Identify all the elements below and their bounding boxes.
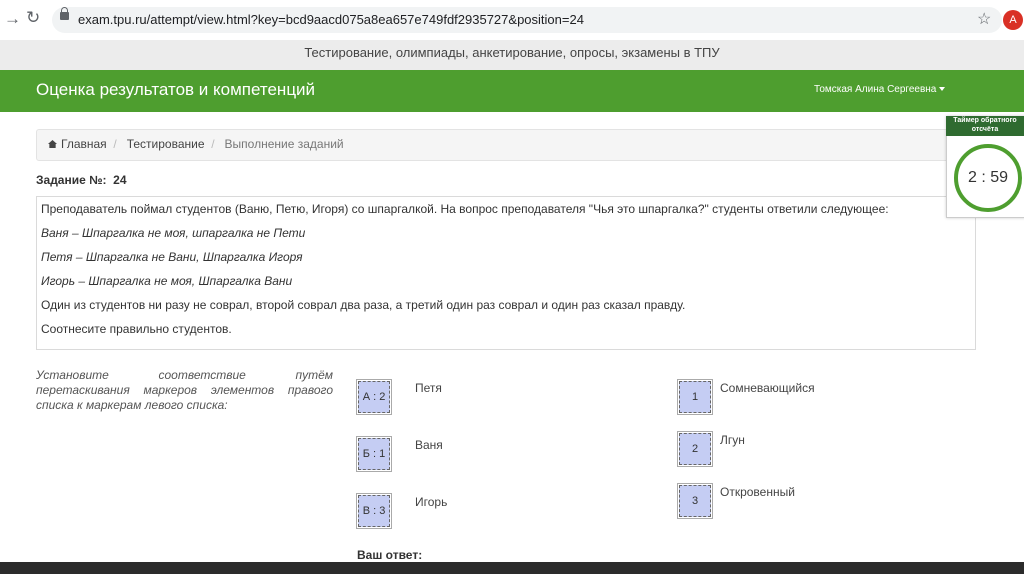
breadcrumb-separator: / [110, 137, 124, 151]
answer-label: Ваш ответ: [357, 548, 423, 562]
left-marker-b[interactable]: Б : 1 [356, 436, 392, 472]
brand-title[interactable]: Оценка результатов и компетенций [36, 80, 315, 100]
site-banner: Тестирование, олимпиады, анкетирование, … [0, 40, 1024, 70]
timer-value: 2 : 59 [954, 144, 1022, 212]
url-text[interactable]: exam.tpu.ru/attempt/view.html?key=bcd9aa… [78, 12, 584, 27]
task-number: 24 [113, 173, 127, 187]
caret-down-icon [939, 87, 946, 92]
lock-icon [60, 7, 69, 20]
right-marker-3[interactable]: 3 [677, 483, 713, 519]
left-marker-a[interactable]: А : 2 [356, 379, 392, 415]
right-label-doubter: Сомневающийся [720, 381, 815, 395]
profile-avatar[interactable]: A [1003, 10, 1023, 30]
home-icon [48, 140, 57, 148]
breadcrumb-current: Выполнение заданий [224, 137, 344, 151]
os-taskbar [0, 562, 1024, 574]
breadcrumb-home[interactable]: Главная [61, 137, 107, 151]
left-marker-v[interactable]: В : 3 [356, 493, 392, 529]
task-line: Ваня – Шпаргалка не моя, шпаргалка не Пе… [41, 226, 306, 240]
left-label-petya: Петя [415, 381, 442, 395]
task-line: Игорь – Шпаргалка не моя, Шпаргалка Вани [41, 274, 293, 288]
left-label-igor: Игорь [415, 495, 448, 509]
star-icon[interactable]: ☆ [977, 9, 991, 29]
task-line: Соотнесите правильно студентов. [41, 322, 232, 336]
right-marker-2[interactable]: 2 [677, 431, 713, 467]
task-line: Преподаватель поймал студентов (Ваню, Пе… [41, 202, 889, 216]
breadcrumb-testing[interactable]: Тестирование [127, 137, 205, 151]
right-label-honest: Откровенный [720, 485, 795, 499]
task-line: Один из студентов ни разу не соврал, вто… [41, 298, 686, 312]
breadcrumb-separator: / [207, 137, 222, 151]
reload-icon[interactable]: ↻ [26, 8, 40, 28]
right-marker-1[interactable]: 1 [677, 379, 713, 415]
left-label-vanya: Ваня [415, 438, 443, 452]
task-title: Задание №: 24 [36, 173, 127, 187]
task-label: Задание №: [36, 173, 107, 187]
forward-arrow-icon[interactable]: → [4, 9, 21, 29]
breadcrumb-items: Главная / Тестирование / Выполнение зада… [48, 137, 344, 151]
user-menu[interactable]: Томская Алина Сергеевна [814, 84, 946, 95]
task-line: Петя – Шпаргалка не Вани, Шпаргалка Игор… [41, 250, 303, 264]
matching-instruction: Установите соответствие путём перетаскив… [36, 368, 333, 412]
timer-title: Таймер обратного отсчёта [946, 116, 1024, 136]
user-name: Томская Алина Сергеевна [814, 84, 937, 95]
right-label-liar: Лгун [720, 433, 745, 447]
